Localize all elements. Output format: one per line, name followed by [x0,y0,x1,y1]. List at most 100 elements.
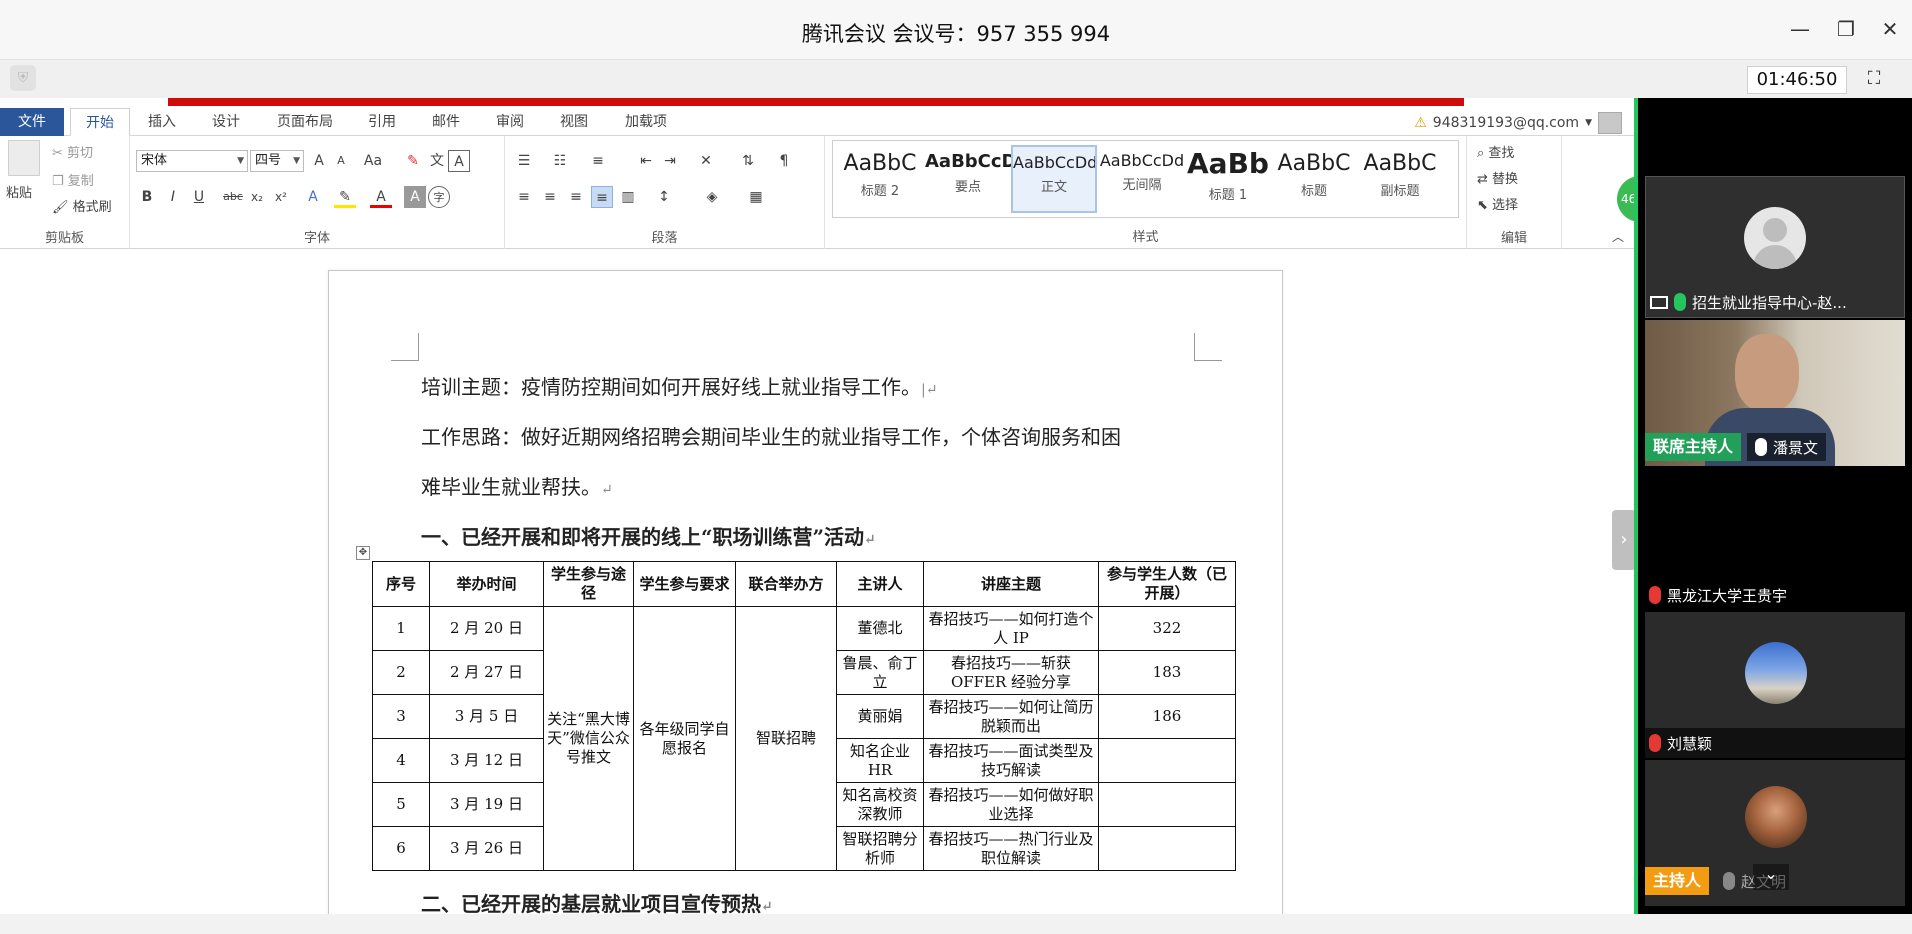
select-button[interactable]: ⬉ 选择 [1477,194,1518,213]
replace-button[interactable]: ⇄ 替换 [1477,168,1518,187]
fullscreen-icon[interactable]: ⛶ [1862,68,1886,92]
table-header: 参与学生人数（已开展） [1098,561,1236,607]
restore-icon[interactable]: ❐ [1831,14,1861,44]
tab-home[interactable]: 开始 [70,108,130,136]
bullets-icon[interactable]: ☰ [513,150,535,172]
account-area[interactable]: ⚠ 948319193@qq.com ▼ [1414,112,1622,134]
clear-format-icon[interactable]: ✎ [402,150,424,172]
style-title[interactable]: AaBbC 标题 [1271,145,1357,213]
highlight-icon[interactable]: ✎ [334,186,356,208]
format-painter-button[interactable]: 🖌 格式刷 [52,196,112,215]
host-badge: 主持人 [1645,867,1710,895]
char-border-icon[interactable]: A [448,150,470,172]
style-heading2[interactable]: AaBbC 标题 2 [837,145,923,213]
strikethrough-icon[interactable]: abc [222,186,244,208]
cut-button[interactable]: ✂ 剪切 [52,142,93,161]
table-header-row: 序号 举办时间 学生参与途径 学生参与要求 联合举办方 主讲人 讲座主题 参与学… [372,561,1236,607]
change-case-icon[interactable]: Aa [362,150,384,172]
enclose-char-icon[interactable]: 字 [428,186,450,208]
align-right-icon[interactable]: ≡ [565,186,587,208]
bold-icon[interactable]: B [136,186,158,208]
shading-icon[interactable]: ◈ [701,186,723,208]
tab-layout[interactable]: 页面布局 [270,108,340,136]
justify-icon[interactable]: ≡ [591,186,613,208]
tab-addins[interactable]: 加载项 [616,108,676,136]
participant-tile[interactable]: 招生就业指导中心-赵... [1645,176,1905,318]
find-button[interactable]: ⌕ 查找 [1477,142,1514,161]
tab-design[interactable]: 设计 [204,108,248,136]
decrease-indent-icon[interactable]: ⇤ [635,150,657,172]
style-heading1[interactable]: AaBb 标题 1 [1185,145,1271,213]
char-shading-icon[interactable]: A [404,186,426,208]
minimize-icon[interactable]: — [1785,14,1815,44]
shield-icon[interactable]: ⛨ [10,65,36,91]
participant-video-tile[interactable]: 联席主持人 潘景文 [1645,320,1905,466]
phonetic-icon[interactable]: 文 [426,150,448,172]
align-center-icon[interactable]: ≡ [539,186,561,208]
tab-review[interactable]: 审阅 [488,108,532,136]
tab-file[interactable]: 文件 [0,108,64,136]
borders-icon[interactable]: ▦ [745,186,767,208]
doc-paragraph-approach[interactable]: 工作思路：做好近期网络招聘会期间毕业生的就业指导工作，个体咨询服务和困 [421,421,1121,450]
table-move-handle[interactable]: ✥ [356,546,370,560]
participant-tile[interactable]: 黑龙江大学王贵宇 [1645,580,1905,610]
increase-indent-icon[interactable]: ⇥ [659,150,681,172]
shrink-font-icon[interactable]: A [330,150,352,172]
font-size-combo[interactable]: 四号 ▼ [250,150,304,172]
italic-icon[interactable]: I [162,186,184,208]
sharing-indicator-bar [168,98,1464,106]
tab-view[interactable]: 视图 [552,108,596,136]
cut-label: 剪切 [67,146,94,161]
tab-mailings[interactable]: 邮件 [424,108,468,136]
doc-heading-1[interactable]: 一、已经开展和即将开展的线上“职场训练营”活动↵ [421,521,876,550]
text-effect-icon[interactable]: A [302,186,324,208]
doc-paragraph-topic[interactable]: 培训主题：疫情防控期间如何开展好线上就业指导工作。|↵ [421,371,937,400]
font-name-combo[interactable]: 宋体 ▼ [136,150,248,172]
tab-references[interactable]: 引用 [360,108,404,136]
style-sample: AaBbCcDd [1013,153,1095,172]
activity-table[interactable]: 序号 举办时间 学生参与途径 学生参与要求 联合举办方 主讲人 讲座主题 参与学… [372,561,1236,871]
chinese-layout-icon[interactable]: ✕ [695,150,717,172]
multilevel-list-icon[interactable]: ≡ [587,150,609,172]
style-no-spacing[interactable]: AaBbCcDd 无间隔 [1099,145,1185,213]
font-color-icon[interactable]: A [370,186,392,208]
copy-button[interactable]: ❐ 复制 [52,170,94,189]
align-left-icon[interactable]: ≡ [513,186,535,208]
tab-insert[interactable]: 插入 [140,108,184,136]
chevron-down-icon[interactable]: ⌄ [1753,864,1789,890]
style-normal[interactable]: AaBbCcDd 正文 [1011,145,1097,213]
grow-font-icon[interactable]: A [308,150,330,172]
table-header: 讲座主题 [923,561,1099,607]
superscript-icon[interactable]: x² [270,186,292,208]
collapse-ribbon-icon[interactable]: ︿ [1612,228,1624,245]
show-marks-icon[interactable]: ¶ [773,150,795,172]
participant-tile[interactable]: 刘慧颖 [1645,612,1905,758]
style-subtitle[interactable]: AaBbC 副标题 [1357,145,1443,213]
row-speaker: 董德北 [836,606,924,651]
row-speaker: 鲁晨、俞丁立 [836,650,924,695]
style-sample: AaBbCcD [925,151,1011,172]
paste-label[interactable]: 粘贴 [6,182,32,201]
table-row: 1 2 月 20 日 关注“黑大博天”微信公众号推文 各年级同学自愿报名 智联招… [372,606,1236,871]
doc-paragraph-approach-cont[interactable]: 难毕业生就业帮扶。↵ [421,471,613,500]
row-number: 5 [372,782,430,827]
collapse-panel-button[interactable]: › [1612,510,1636,570]
underline-icon[interactable]: U [188,186,210,208]
merged-requirement-cell: 各年级同学自愿报名 [633,606,736,871]
sort-icon[interactable]: ⇅ [737,150,759,172]
distribute-icon[interactable]: ▥ [617,186,639,208]
style-sample: AaBbC [1363,151,1437,176]
close-icon[interactable]: ✕ [1875,14,1905,44]
line-spacing-icon[interactable]: ↕ [653,186,675,208]
paste-icon[interactable] [8,140,40,176]
numbering-icon[interactable]: ☷ [549,150,571,172]
doc-heading-2[interactable]: 二、已经开展的基层就业项目宣传预热↵ [421,888,773,914]
participant-tile[interactable]: 主持人 赵文明 ⌄ [1645,760,1905,906]
participant-name: 黑龙江大学王贵宇 [1667,586,1788,605]
row-count: 186 [1098,694,1236,739]
row-count [1098,738,1236,783]
editing-group-label: 编辑 [1500,231,1527,246]
subscript-icon[interactable]: x₂ [246,186,268,208]
style-key-point[interactable]: AaBbCcD 要点 [925,145,1011,213]
table-header: 主讲人 [836,561,924,607]
